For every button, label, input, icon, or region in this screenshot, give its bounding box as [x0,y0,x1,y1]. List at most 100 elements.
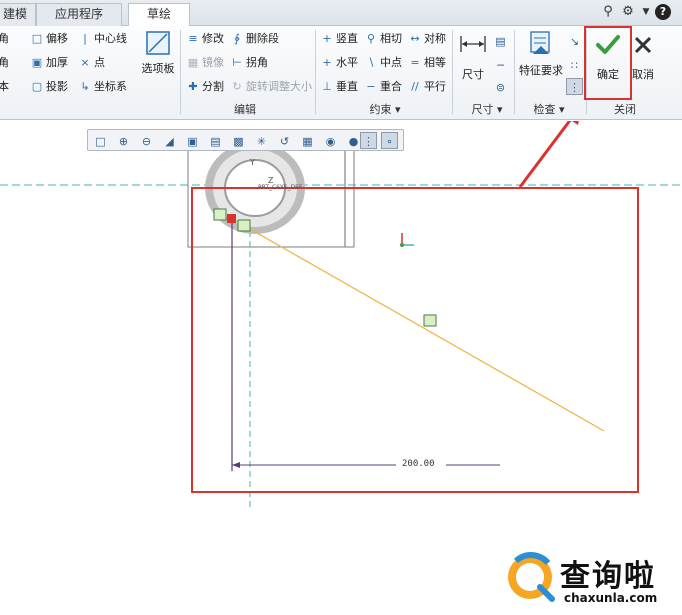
ribbon-btn-chamfer[interactable]: 角 [0,54,9,72]
dimension-arrow [232,462,240,468]
parallel-icon: // [411,80,419,93]
close-icon [634,36,652,54]
ribbon-btn-horizontal[interactable]: + 水平 [320,54,358,72]
reference-dim-icon[interactable]: ⊜ [492,78,509,95]
datum-display-icon[interactable]: ↺ [276,132,293,149]
search-icon[interactable]: ⚲ [600,4,616,20]
ribbon-btn-offset[interactable]: □ 偏移 [30,30,68,48]
ribbon-btn-coincident[interactable]: − 重合 [364,78,402,96]
settings-icon[interactable]: ⚙ [620,4,636,20]
csys-origin [400,243,404,247]
ribbon-btn-coordinate-system[interactable]: ↳ 坐标系 [78,78,127,96]
ribbon-btn-vertical[interactable]: + 竖直 [320,30,358,48]
ribbon-btn-corner[interactable]: ⊢ 拐角 [230,54,268,72]
ribbon-btn-perpendicular[interactable]: ⊥ 垂直 [320,78,358,96]
project-icon: ▢ [31,80,43,93]
repaint-icon[interactable]: ◢ [161,132,178,149]
perpendicular-constraint-marker [213,208,227,221]
sketch-display-icon[interactable]: ⋮ [360,132,377,149]
part-csys-label: PRT_CSYS_DEF [258,184,303,191]
ribbon-btn-fillet[interactable]: 角 [0,30,9,48]
ribbon-btn-midpoint[interactable]: ∖ 中点 [364,54,402,72]
graphics-canvas[interactable]: Y Z PRT_CSYS_DEF 200.00 □ ⊕ ⊖ ◢ ▣ ▤ ▩ ✳ … [0,121,682,605]
watermark-title: 查询啦 [560,559,656,594]
ribbon-btn-text[interactable]: 本 [0,78,9,96]
ribbon-btn-project[interactable]: ▢ 投影 [30,78,68,96]
overlapping-geometry-icon[interactable]: ↘ [566,32,583,49]
mirror-icon: ▦ [187,56,199,69]
constraint-display-icon[interactable]: ∘ [381,132,398,149]
ribbon-btn-point[interactable]: × 点 [78,54,105,72]
tab-model[interactable]: 建模 [0,3,36,26]
shading-icon[interactable]: ◉ [322,132,339,149]
horizontal-icon: + [322,56,332,69]
layers-icon[interactable]: ▩ [230,132,247,149]
display-style-icon[interactable]: ▣ [184,132,201,149]
rotate-resize-icon: ↻ [232,80,242,93]
help-icon[interactable]: ? [655,4,671,20]
group-label-inspect[interactable]: 检查 ▾ [524,102,574,118]
magnifier-logo-icon [508,552,555,602]
spin-center-icon[interactable]: ✳ [253,132,270,149]
view-toolbar: □ ⊕ ⊖ ◢ ▣ ▤ ▩ ✳ ↺ ▦ ◉ ● ⋮ ∘ [87,129,404,151]
ribbon-btn-centerline[interactable]: | 中心线 [78,30,127,48]
vertical-icon: + [322,32,332,45]
saved-views-icon[interactable]: ▤ [207,132,224,149]
palette-button[interactable]: 选项板 [138,30,178,76]
group-label-edit: 编辑 [234,103,256,116]
callout-arrow [518,121,572,188]
ribbon-btn-equal[interactable]: = 相等 [408,54,446,72]
group-label-close: 关闭 [614,103,636,116]
ribbon-btn-delete-segment[interactable]: ∲ 删除段 [230,30,279,48]
baseline-dim-icon[interactable]: ─ [492,56,509,73]
divide-icon: ✚ [188,80,198,93]
tab-applications[interactable]: 应用程序 [36,3,122,26]
watermark-logo: 查询啦 chaxunla.com [502,545,680,615]
point-icon: × [80,56,90,69]
part-axis-y-label: Y [250,158,255,167]
centerline-icon: | [83,32,87,45]
shade-closed-loops-icon[interactable]: ⋮ [566,78,583,95]
ribbon-btn-parallel[interactable]: //平行 [408,78,446,96]
delete-segment-icon: ∲ [234,32,240,45]
chevron-down-icon[interactable]: ▼ [638,4,654,20]
perpendicular-icon: ⊥ [322,80,332,93]
ok-highlight-box [584,26,632,100]
ribbon: 角 角 本 □ 偏移 ▣ 加厚 ▢ 投影 | 中心线 × 点 ↳ 坐标系 选项板 ≡ 修改 ▦… [0,26,682,120]
ribbon-btn-symmetric[interactable]: ↔ 对称 [408,30,446,48]
watermark-url: chaxunla.com [564,591,658,605]
ribbon-tab-bar: 建模 应用程序 草绘 ⚲ ⚙ ▼ ? [0,0,682,27]
tangent-icon: ⚲ [366,32,376,45]
highlight-open-ends-icon[interactable]: ∷ [566,56,583,73]
coincident-icon: − [366,80,376,93]
perpendicular-constraint-marker-2 [423,314,437,327]
tab-sketch[interactable]: 草绘 [128,3,190,27]
feature-requirements-button[interactable]: 特征要求 [516,30,566,78]
corner-trim-icon: ⊢ [232,56,242,69]
sketch-area [0,121,682,511]
ribbon-separator [315,30,316,114]
ribbon-btn-rotate-resize[interactable]: ↻ 旋转调整大小 [230,78,312,96]
dimension-value[interactable]: 200.00 [402,459,435,469]
modify-icon: ≡ [188,32,198,45]
zoom-in-icon[interactable]: ⊕ [115,132,132,149]
sketch-line [235,220,605,432]
group-label-constraint[interactable]: 约束 ▾ [355,102,415,118]
ribbon-btn-thicken[interactable]: ▣ 加厚 [30,54,68,72]
coordinate-system-icon: ↳ [80,80,90,93]
dimension-button[interactable]: 尺寸 [456,30,490,82]
midpoint-icon: ∖ [367,56,375,69]
ribbon-btn-divide[interactable]: ✚ 分割 [186,78,224,96]
selected-point-marker [227,214,236,223]
ribbon-btn-mirror[interactable]: ▦ 镜像 [186,54,224,72]
equal-icon: = [410,56,420,69]
symmetric-icon: ↔ [410,32,420,45]
thicken-icon: ▣ [31,56,43,69]
ribbon-btn-tangent[interactable]: ⚲ 相切 [364,30,402,48]
ribbon-btn-modify[interactable]: ≡ 修改 [186,30,224,48]
refit-icon[interactable]: □ [92,132,109,149]
zoom-out-icon[interactable]: ⊖ [138,132,155,149]
view-orientation-icon[interactable]: ▦ [299,132,316,149]
group-label-dimension[interactable]: 尺寸 ▾ [462,102,512,118]
perimeter-dim-icon[interactable]: ▤ [492,32,509,49]
